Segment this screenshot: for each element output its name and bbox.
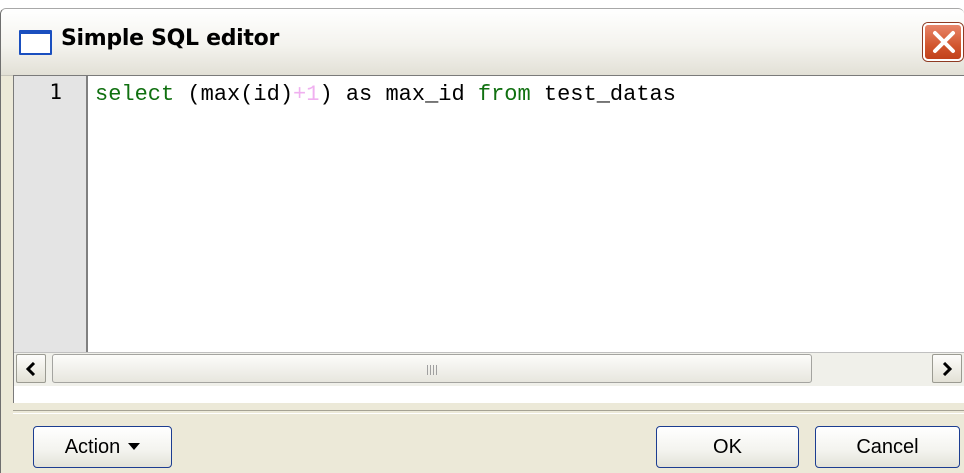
code-line[interactable]: select (max(id)+1) as max_id from test_d… — [95, 82, 676, 107]
grip-icon — [427, 365, 439, 375]
cancel-button[interactable]: Cancel — [815, 426, 960, 468]
sql-editor[interactable]: 1 select (max(id)+1) as max_id from test… — [13, 75, 964, 403]
dropdown-arrow-icon — [128, 443, 141, 450]
code-alias: as max_id — [332, 82, 478, 107]
divider — [13, 410, 964, 414]
scroll-left-button[interactable] — [16, 354, 46, 383]
close-icon — [933, 31, 955, 53]
ok-button-label: OK — [713, 435, 742, 458]
close-button[interactable] — [923, 23, 963, 61]
keyword-from: from — [477, 82, 531, 107]
window-title: Simple SQL editor — [61, 26, 279, 51]
code-expression: (max(id) — [187, 82, 294, 107]
line-number-gutter: 1 — [14, 76, 88, 352]
scrollbar-thumb[interactable] — [52, 354, 812, 383]
sql-editor-window: Simple SQL editor 1 select (max(id)+1) a… — [0, 8, 964, 473]
keyword-select: select — [95, 82, 175, 107]
code-table-name: test_datas — [530, 82, 676, 107]
line-number: 1 — [49, 80, 62, 104]
ok-button[interactable]: OK — [656, 426, 799, 468]
chevron-left-icon — [25, 362, 36, 376]
title-bar[interactable]: Simple SQL editor — [1, 9, 964, 76]
scroll-right-button[interactable] — [932, 354, 962, 383]
window-icon — [19, 30, 52, 55]
chevron-right-icon — [942, 362, 953, 376]
cancel-button-label: Cancel — [856, 435, 919, 458]
action-button[interactable]: Action — [33, 426, 172, 468]
action-button-label: Action — [64, 435, 121, 458]
horizontal-scrollbar[interactable] — [14, 352, 964, 386]
code-operator: +1 — [293, 82, 320, 107]
code-paren-close: ) — [319, 82, 333, 107]
